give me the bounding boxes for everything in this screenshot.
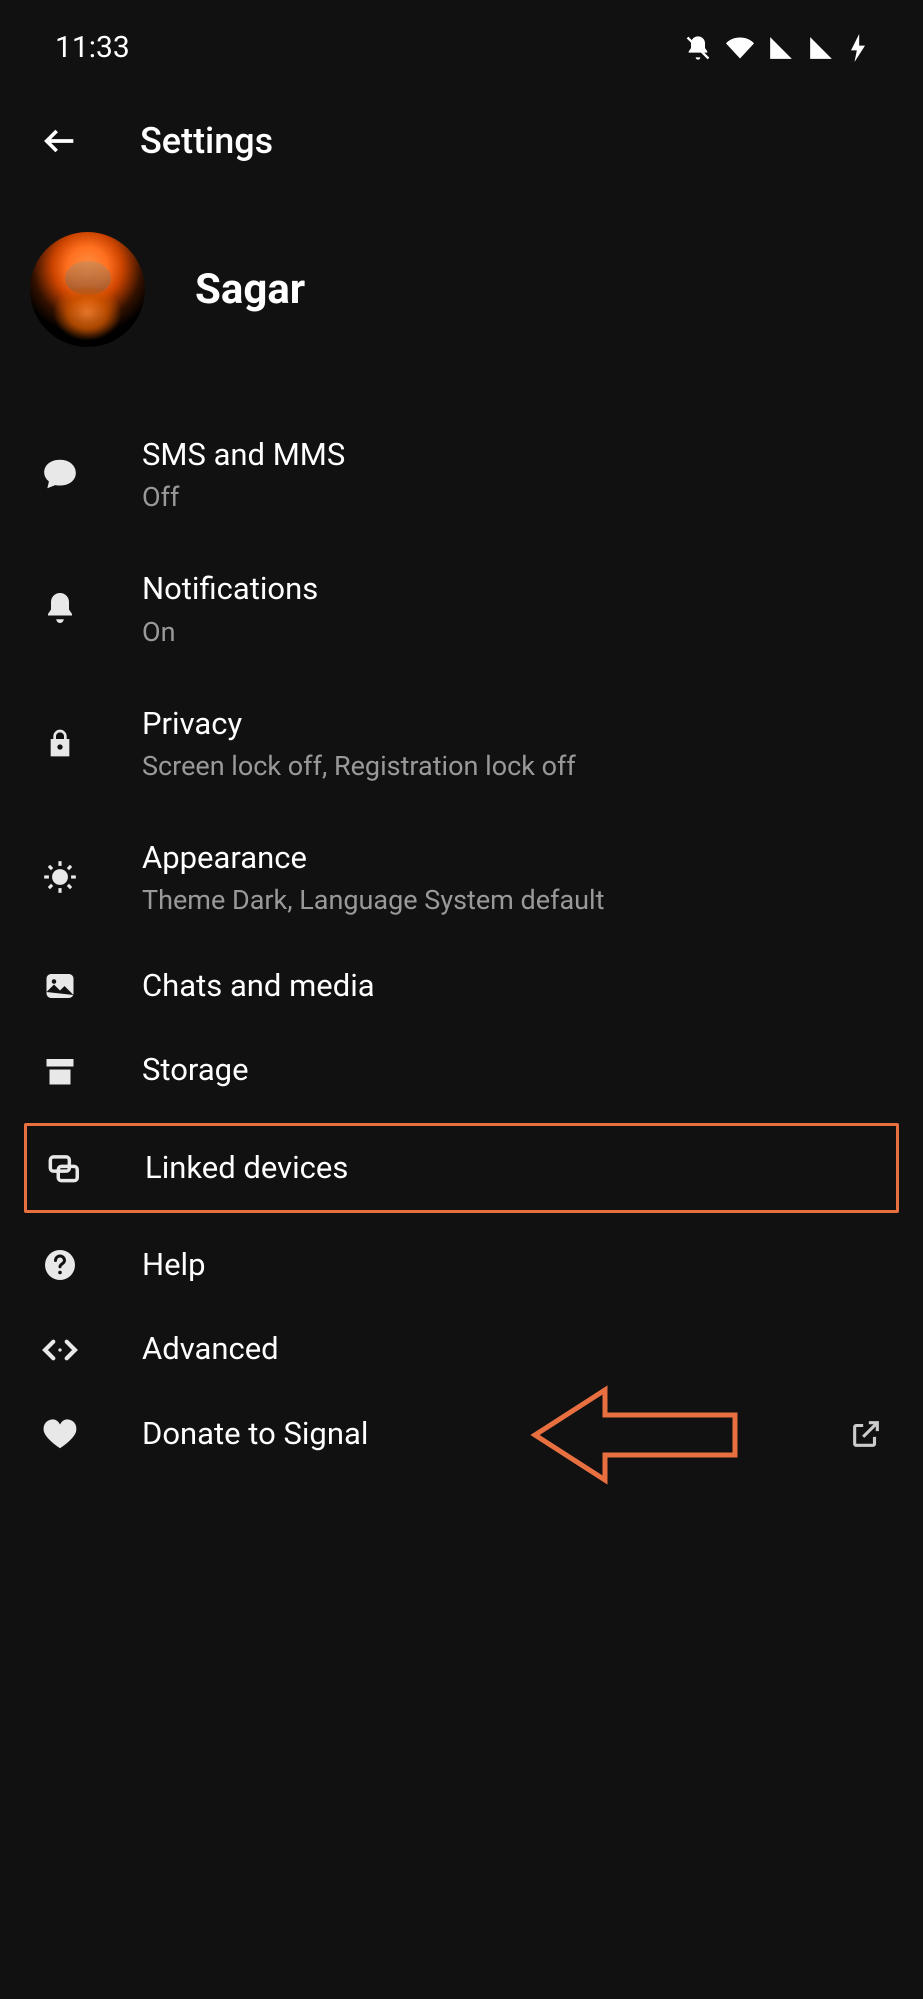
setting-title: Help (142, 1245, 883, 1285)
setting-title: Donate to Signal (142, 1414, 787, 1454)
setting-text: Linked devices (145, 1148, 880, 1188)
setting-privacy[interactable]: Privacy Screen lock off, Registration lo… (0, 676, 923, 810)
profile-section[interactable]: Sagar (0, 202, 923, 407)
lock-icon (40, 723, 80, 763)
setting-text: Notifications On (142, 569, 883, 647)
setting-text: Appearance Theme Dark, Language System d… (142, 838, 883, 916)
setting-title: Notifications (142, 569, 883, 609)
setting-subtitle: Off (142, 481, 883, 513)
avatar (30, 232, 145, 347)
setting-subtitle: Theme Dark, Language System default (142, 884, 883, 916)
setting-storage[interactable]: Storage (0, 1028, 923, 1112)
status-time: 11:33 (55, 30, 130, 65)
status-icons: x (684, 34, 868, 62)
setting-advanced[interactable]: Advanced (0, 1307, 923, 1391)
highlight-box: Linked devices (24, 1123, 899, 1213)
setting-title: Storage (142, 1050, 883, 1090)
back-button[interactable] (40, 121, 80, 161)
setting-text: Advanced (142, 1329, 883, 1369)
status-bar: 11:33 x (0, 0, 923, 90)
bell-mute-icon (684, 34, 712, 62)
setting-linked-devices[interactable]: Linked devices (27, 1126, 896, 1210)
setting-sms[interactable]: SMS and MMS Off (0, 407, 923, 541)
archive-icon (40, 1051, 80, 1091)
setting-text: Help (142, 1245, 883, 1285)
setting-chats[interactable]: Chats and media (0, 944, 923, 1028)
settings-list: SMS and MMS Off Notifications On Privacy… (0, 407, 923, 1476)
setting-title: Privacy (142, 704, 883, 744)
linked-devices-icon (43, 1148, 83, 1188)
svg-text:x: x (824, 35, 830, 48)
header: Settings (0, 90, 923, 202)
sun-icon (40, 857, 80, 897)
external-link-icon (849, 1417, 883, 1451)
setting-title: Linked devices (145, 1148, 880, 1188)
profile-name: Sagar (195, 265, 305, 314)
setting-title: Chats and media (142, 966, 883, 1006)
setting-appearance[interactable]: Appearance Theme Dark, Language System d… (0, 810, 923, 944)
setting-subtitle: On (142, 616, 883, 648)
setting-subtitle: Screen lock off, Registration lock off (142, 750, 883, 782)
setting-donate[interactable]: Donate to Signal (0, 1392, 923, 1476)
page-title: Settings (140, 120, 273, 162)
setting-title: SMS and MMS (142, 435, 883, 475)
setting-text: SMS and MMS Off (142, 435, 883, 513)
setting-text: Donate to Signal (142, 1414, 787, 1454)
setting-help[interactable]: Help (0, 1223, 923, 1307)
setting-notifications[interactable]: Notifications On (0, 541, 923, 675)
image-icon (40, 966, 80, 1006)
charging-icon (848, 34, 868, 62)
setting-text: Chats and media (142, 966, 883, 1006)
signal-icon (768, 35, 794, 61)
setting-text: Storage (142, 1050, 883, 1090)
bell-icon (40, 588, 80, 628)
wifi-icon (726, 34, 754, 62)
setting-title: Appearance (142, 838, 883, 878)
code-icon (40, 1330, 80, 1370)
signal-x-icon: x (808, 35, 834, 61)
chat-bubble-icon (40, 454, 80, 494)
heart-icon (40, 1414, 80, 1454)
setting-title: Advanced (142, 1329, 883, 1369)
setting-text: Privacy Screen lock off, Registration lo… (142, 704, 883, 782)
help-icon (40, 1245, 80, 1285)
